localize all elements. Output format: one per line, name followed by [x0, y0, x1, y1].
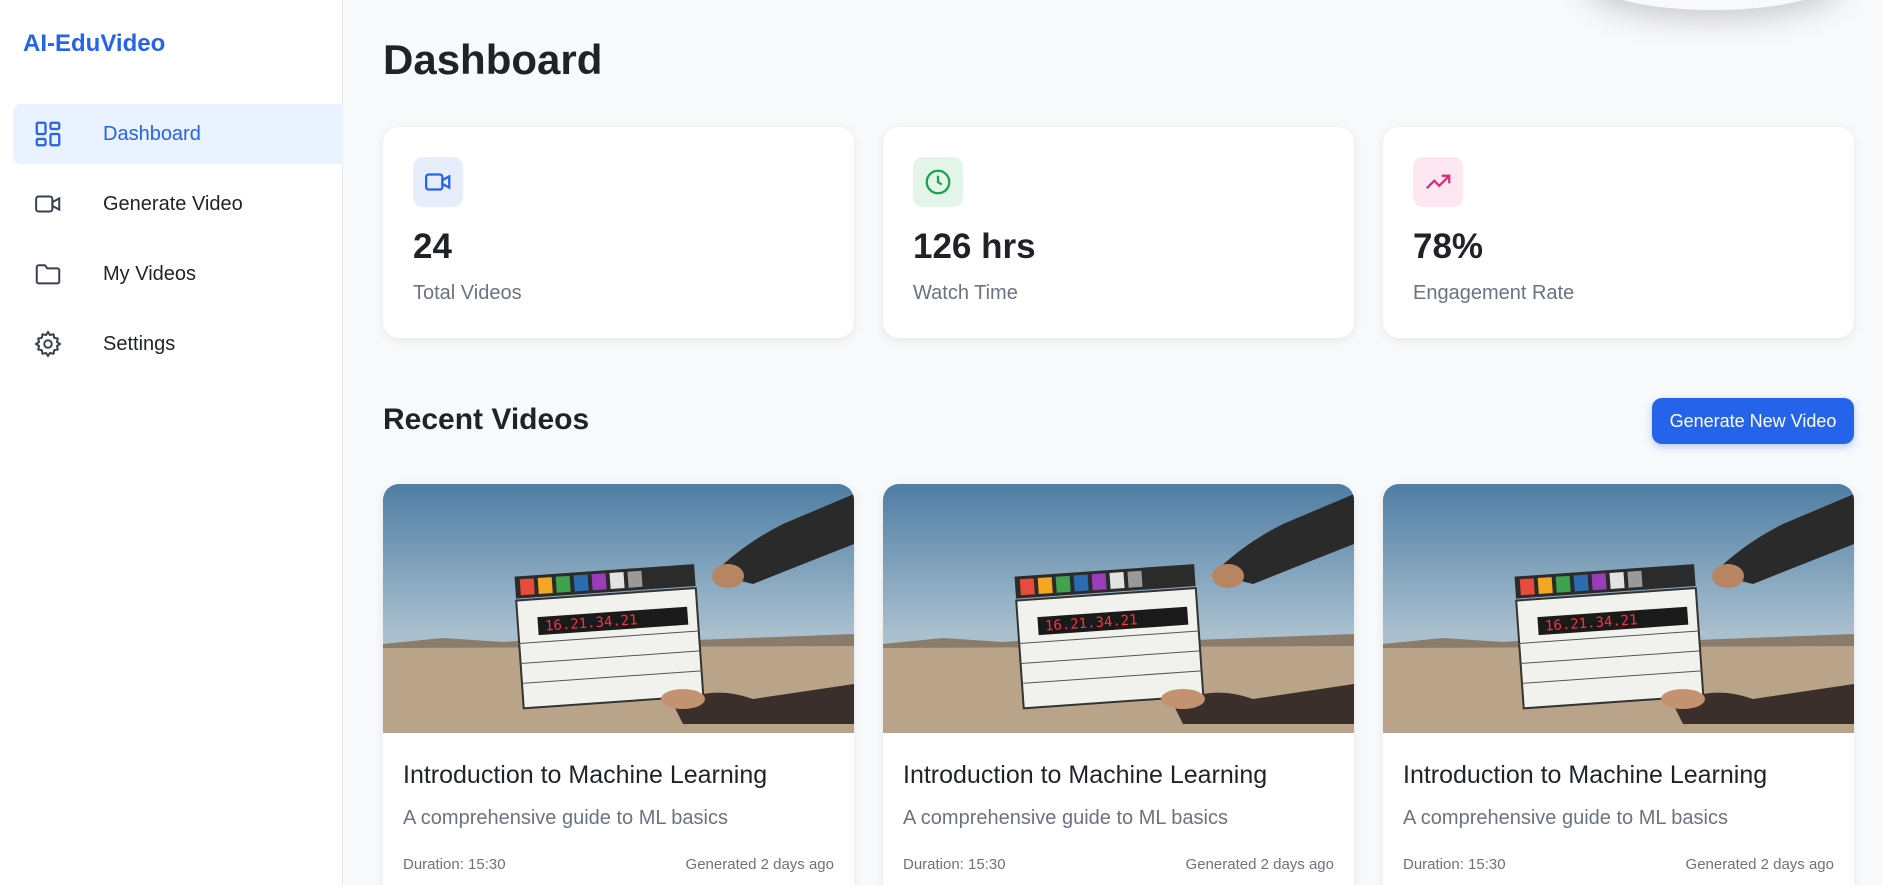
sidebar-item-label: Generate Video — [103, 192, 243, 215]
sidebar-item-dashboard[interactable]: Dashboard — [13, 104, 343, 164]
generate-new-video-button[interactable]: Generate New Video — [1652, 398, 1854, 444]
video-title[interactable]: Introduction to Machine Learning — [403, 761, 767, 790]
sidebar-item-generate-video[interactable]: Generate Video — [13, 174, 343, 234]
video-generated-time: Generated 2 days ago — [1685, 856, 1834, 873]
sidebar-item-label: Settings — [103, 332, 176, 355]
main-content: Dashboard 24 Total Videos 126 hrs Watch … — [343, 0, 1882, 885]
stat-value: 78% — [1413, 227, 1484, 266]
video-duration: Duration: 15:30 — [903, 856, 1006, 873]
brand-logo[interactable]: AI-EduVideo — [23, 30, 165, 58]
video-card[interactable]: 16.21.34.21 Introduction to Machine Lear… — [1383, 484, 1854, 885]
video-title[interactable]: Introduction to Machine Learning — [903, 761, 1267, 790]
video-duration: Duration: 15:30 — [1403, 856, 1506, 873]
video-generated-time: Generated 2 days ago — [1185, 856, 1334, 873]
trending-up-icon — [1413, 157, 1463, 207]
sidebar-item-settings[interactable]: Settings — [13, 314, 343, 374]
video-description: A comprehensive guide to ML basics — [903, 807, 1228, 829]
clapperboard-image: 16.21.34.21 — [1383, 484, 1854, 733]
video-card[interactable]: 16.21.34.21 Introduction to Machine Lear… — [383, 484, 854, 885]
folder-icon — [31, 257, 65, 291]
clapperboard-image: 16.21.34.21 — [383, 484, 854, 733]
sidebar-item-label: Dashboard — [103, 122, 201, 145]
stat-value: 126 hrs — [913, 227, 1036, 266]
video-camera-icon — [413, 157, 463, 207]
section-title-recent-videos: Recent Videos — [383, 403, 590, 436]
stat-card-total-videos: 24 Total Videos — [383, 127, 854, 338]
stat-label: Total Videos — [413, 282, 522, 304]
video-duration: Duration: 15:30 — [403, 856, 506, 873]
clock-icon — [913, 157, 963, 207]
dashboard-grid-icon — [31, 117, 65, 151]
stat-card-engagement-rate: 78% Engagement Rate — [1383, 127, 1854, 338]
floating-shadow — [1583, 0, 1843, 10]
video-description: A comprehensive guide to ML basics — [1403, 807, 1728, 829]
sidebar-item-label: My Videos — [103, 262, 197, 285]
page-title: Dashboard — [383, 36, 603, 83]
stat-label: Watch Time — [913, 282, 1018, 304]
stat-label: Engagement Rate — [1413, 282, 1575, 304]
video-title[interactable]: Introduction to Machine Learning — [1403, 761, 1767, 790]
sidebar: AI-EduVideo Dashboard Generate Video My … — [0, 0, 343, 885]
video-description: A comprehensive guide to ML basics — [403, 807, 728, 829]
sidebar-nav: Dashboard Generate Video My Videos Setti… — [13, 104, 343, 384]
stat-card-watch-time: 126 hrs Watch Time — [883, 127, 1354, 338]
video-card[interactable]: 16.21.34.21 Introduction to Machine Lear… — [883, 484, 1354, 885]
stat-value: 24 — [413, 227, 452, 266]
gear-icon — [31, 327, 65, 361]
video-generated-time: Generated 2 days ago — [685, 856, 834, 873]
video-camera-icon — [31, 187, 65, 221]
clapperboard-image: 16.21.34.21 — [883, 484, 1354, 733]
sidebar-item-my-videos[interactable]: My Videos — [13, 244, 343, 304]
